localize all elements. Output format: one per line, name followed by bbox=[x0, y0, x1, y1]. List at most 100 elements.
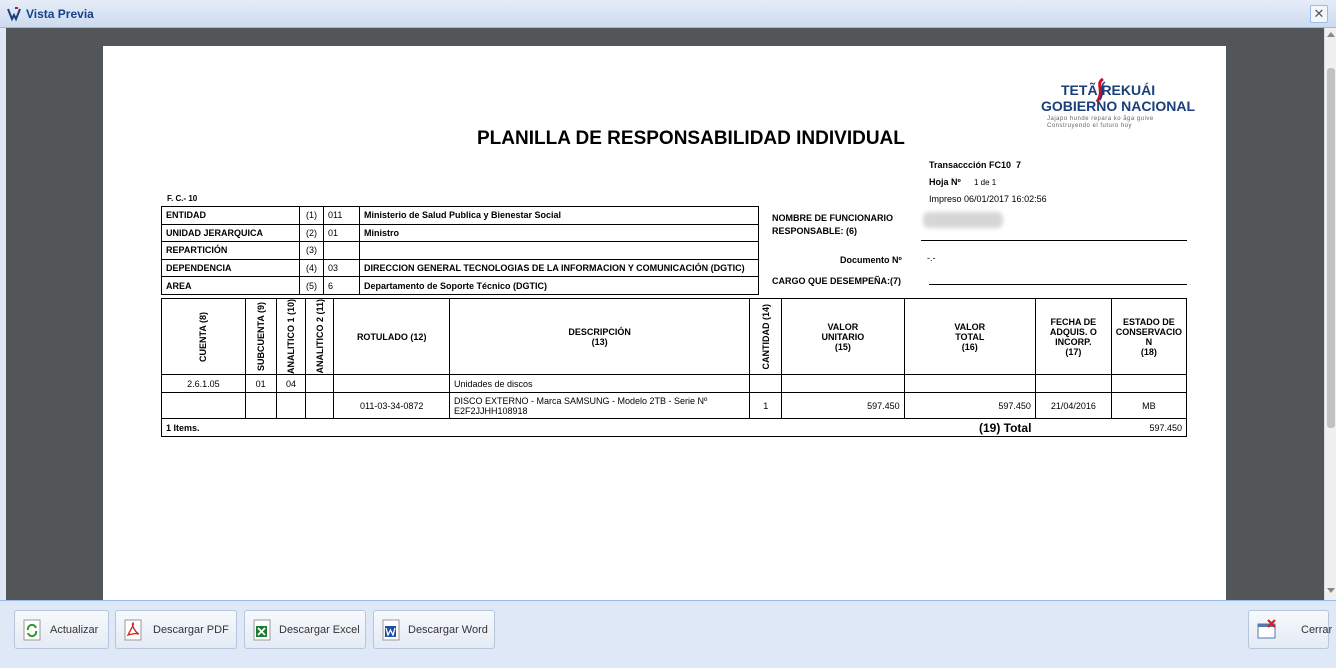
table-row: 1 Items. (19) Total 597.450 bbox=[161, 418, 1188, 438]
word-file-icon bbox=[382, 619, 400, 641]
entity-value bbox=[359, 241, 759, 260]
download-pdf-button[interactable]: Descargar PDF bbox=[115, 610, 237, 649]
document-number-label: Documento Nº bbox=[840, 255, 902, 265]
entity-value: Ministro bbox=[359, 223, 759, 243]
document-number-value: -.- bbox=[927, 253, 936, 263]
government-logo: TETÃ REKUÁI GOBIERNO NACIONAL Jajapo hun… bbox=[1037, 78, 1195, 138]
logo-line-1: TETÃ REKUÁI bbox=[1061, 82, 1156, 98]
item-analitico2 bbox=[305, 392, 335, 420]
scroll-up-icon[interactable] bbox=[1327, 32, 1335, 37]
table-row: AREA (5) 6 Departamento de Soporte Técni… bbox=[161, 276, 759, 295]
item-cantidad: 1 bbox=[749, 392, 783, 420]
window-close-button[interactable]: ✕ bbox=[1310, 5, 1328, 23]
scroll-thumb[interactable] bbox=[1327, 68, 1335, 428]
entity-label: UNIDAD JERARQUICA bbox=[161, 223, 300, 243]
logo-line-4: Construyendo el futuro hoy bbox=[1047, 123, 1133, 129]
group-analitico2 bbox=[305, 374, 335, 394]
group-rotulado bbox=[333, 374, 450, 394]
group-valor-total bbox=[903, 374, 1036, 394]
close-label: Cerrar bbox=[1301, 624, 1333, 636]
entity-num: (4) bbox=[299, 258, 324, 278]
report-viewer[interactable]: PLANILLA DE RESPONSABILIDAD INDIVIDUAL T… bbox=[6, 28, 1324, 600]
download-excel-button[interactable]: Descargar Excel bbox=[244, 610, 366, 649]
entity-label: AREA bbox=[161, 276, 300, 295]
entity-table: ENTIDAD (1) 011 Ministerio de Salud Publ… bbox=[161, 206, 759, 295]
entity-value: Ministerio de Salud Publica y Bienestar … bbox=[359, 206, 759, 225]
group-fecha bbox=[1034, 374, 1112, 394]
header-valor-total: VALOR TOTAL (16) bbox=[903, 297, 1036, 376]
item-analitico1 bbox=[275, 392, 307, 420]
entity-code: 011 bbox=[323, 206, 360, 225]
item-cuenta bbox=[161, 392, 246, 420]
excel-file-icon bbox=[253, 619, 271, 641]
logo-line-3: Jajapo hunde repara ko ãga guive bbox=[1047, 116, 1154, 122]
group-subcuenta: 01 bbox=[244, 374, 277, 394]
download-word-label: Descargar Word bbox=[408, 624, 488, 636]
entity-label: REPARTICIÓN bbox=[161, 241, 300, 260]
close-window-icon bbox=[1257, 619, 1276, 639]
table-row: DEPENDENCIA (4) 03 DIRECCION GENERAL TEC… bbox=[161, 258, 759, 278]
responsible-label-line-2: RESPONSABLE: (6) bbox=[772, 226, 858, 236]
close-button[interactable]: Cerrar bbox=[1248, 610, 1333, 649]
group-cantidad bbox=[749, 374, 783, 394]
form-code: F. C.- 10 bbox=[167, 194, 198, 203]
item-estado: MB bbox=[1110, 392, 1188, 420]
table-row: UNIDAD JERARQUICA (2) 01 Ministro bbox=[161, 223, 759, 243]
header-analitico2: ANALITICO 2 (11) bbox=[305, 297, 335, 376]
group-estado bbox=[1110, 374, 1188, 394]
window-titlebar: Vista Previa ✕ bbox=[0, 0, 1336, 28]
app-logo-icon bbox=[7, 7, 21, 22]
item-subcuenta bbox=[244, 392, 277, 420]
entity-value: Departamento de Soporte Técnico (DGTIC) bbox=[359, 276, 759, 295]
responsible-label: NOMBRE DE FUNCIONARIO RESPONSABLE: (6) bbox=[772, 212, 893, 238]
group-valor-unitario bbox=[781, 374, 905, 394]
report-page: PLANILLA DE RESPONSABILIDAD INDIVIDUAL T… bbox=[103, 46, 1226, 600]
refresh-button[interactable]: Actualizar bbox=[14, 610, 109, 649]
logo-line-2: GOBIERNO NACIONAL bbox=[1041, 98, 1195, 114]
items-count: 1 Items. bbox=[161, 418, 905, 438]
entity-num: (3) bbox=[299, 241, 324, 260]
table-row: 011-03-34-0872 DISCO EXTERNO - Marca SAM… bbox=[161, 392, 1188, 420]
group-cuenta: 2.6.1.05 bbox=[161, 374, 246, 394]
download-excel-label: Descargar Excel bbox=[279, 624, 360, 636]
refresh-icon bbox=[23, 619, 41, 641]
entity-num: (1) bbox=[299, 206, 324, 225]
header-cuenta: CUENTA (8) bbox=[161, 297, 246, 376]
responsible-label-line-1: NOMBRE DE FUNCIONARIO bbox=[772, 213, 893, 223]
entity-num: (2) bbox=[299, 223, 324, 243]
viewer-scrollbar[interactable] bbox=[1324, 28, 1336, 600]
group-descripcion: Unidades de discos bbox=[448, 374, 751, 394]
position-label: CARGO QUE DESEMPEÑA:(7) bbox=[772, 276, 902, 286]
item-rotulado: 011-03-34-0872 bbox=[333, 392, 450, 420]
transaction-value: 7 bbox=[1016, 160, 1022, 170]
item-descripcion: DISCO EXTERNO - Marca SAMSUNG - Modelo 2… bbox=[448, 392, 751, 420]
entity-code: 01 bbox=[323, 223, 360, 243]
entity-code bbox=[323, 241, 360, 260]
window-title: Vista Previa bbox=[26, 7, 94, 21]
total-label: (19) Total bbox=[904, 418, 1036, 438]
entity-num: (5) bbox=[299, 276, 324, 295]
header-rotulado: ROTULADO (12) bbox=[333, 297, 450, 376]
table-row: REPARTICIÓN (3) bbox=[161, 241, 759, 260]
items-header-row: CUENTA (8) SUBCUENTA (9) ANALITICO 1 (10… bbox=[161, 297, 1188, 376]
header-cantidad: CANTIDAD (14) bbox=[749, 297, 783, 376]
pdf-file-icon bbox=[124, 619, 142, 641]
name-underline bbox=[921, 240, 1187, 241]
scroll-down-icon[interactable] bbox=[1327, 588, 1335, 593]
download-word-button[interactable]: Descargar Word bbox=[373, 610, 495, 649]
item-valor-total: 597.450 bbox=[903, 392, 1036, 420]
entity-label: DEPENDENCIA bbox=[161, 258, 300, 278]
header-fecha: FECHA DE ADQUIS. O INCORP. (17) bbox=[1034, 297, 1112, 376]
header-descripcion: DESCRIPCIÓN (13) bbox=[448, 297, 751, 376]
group-analitico1: 04 bbox=[275, 374, 307, 394]
entity-code: 03 bbox=[323, 258, 360, 278]
position-underline bbox=[929, 284, 1187, 285]
bottom-toolbar: Actualizar Descargar PDF Descargar Excel… bbox=[0, 600, 1336, 668]
refresh-label: Actualizar bbox=[50, 624, 99, 636]
entity-label: ENTIDAD bbox=[161, 206, 300, 225]
document-title: PLANILLA DE RESPONSABILIDAD INDIVIDUAL bbox=[477, 128, 905, 149]
entity-value: DIRECCION GENERAL TECNOLOGIAS DE LA INFO… bbox=[359, 258, 759, 278]
sheet-label: Hoja Nº bbox=[929, 177, 961, 187]
header-subcuenta: SUBCUENTA (9) bbox=[244, 297, 277, 376]
header-valor-unitario: VALOR UNITARIO (15) bbox=[781, 297, 905, 376]
